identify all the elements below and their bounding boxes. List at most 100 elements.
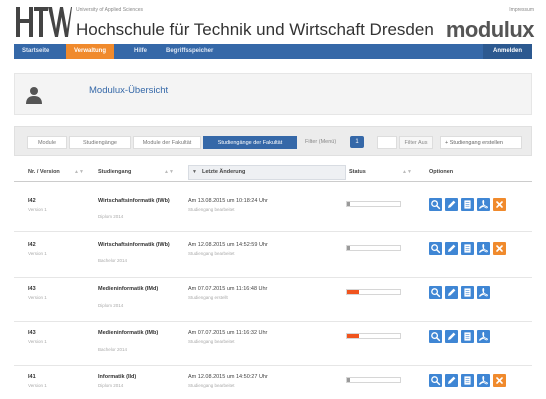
delete-icon (496, 201, 503, 208)
row-nr: I43 (28, 330, 36, 336)
status-progress-bar (346, 201, 401, 207)
status-progress-bar (346, 377, 401, 383)
row-nr: I42 (28, 198, 36, 204)
sort-icon[interactable]: ▲▼ (74, 163, 84, 182)
pdf-button[interactable] (477, 198, 490, 211)
htw-logo[interactable] (14, 5, 72, 39)
row-studiengang-sub: Bachelor 2014 (98, 258, 128, 263)
search-button[interactable] (429, 374, 442, 387)
document-button[interactable] (461, 286, 474, 299)
table-row: I42 Version 1 Wirtschaftsinformatik (IWb… (14, 232, 532, 278)
pdf-button[interactable] (477, 374, 490, 387)
search-button[interactable] (429, 198, 442, 211)
search-icon (431, 200, 441, 210)
status-progress-fill (347, 378, 351, 382)
table-row: I43 Version 1 Medieninformatik (IMb) Bac… (14, 322, 532, 366)
filter-input[interactable] (377, 136, 397, 149)
edit-button[interactable] (445, 330, 458, 343)
create-studiengang-button[interactable]: + Studiengang erstellen (440, 136, 522, 149)
modulux-logo[interactable]: modulux (446, 17, 535, 43)
row-studiengang-sub: Bachelor 2014 (98, 347, 128, 352)
row-date: Am 13.08.2015 um 10:18:24 Uhr (188, 198, 268, 204)
university-name: Hochschule für Technik und Wirtschaft Dr… (76, 20, 434, 39)
search-icon (431, 376, 441, 386)
document-icon (464, 244, 471, 253)
document-button[interactable] (461, 242, 474, 255)
table-row: I42 Version 1 Wirtschaftsinformatik (IWb… (14, 186, 532, 232)
pdf-button[interactable] (477, 286, 490, 299)
document-button[interactable] (461, 330, 474, 343)
sort-desc-icon[interactable]: ▼ (192, 163, 197, 182)
nav-item-startseite[interactable]: Startseite (14, 44, 57, 59)
sort-icon[interactable]: ▲▼ (164, 163, 174, 182)
tab-bar: Module Studiengänge Module der Fakultät … (14, 126, 532, 156)
pdf-button[interactable] (477, 330, 490, 343)
edit-icon (448, 376, 456, 384)
login-button[interactable]: Anmelden (482, 44, 532, 59)
main-navbar: Startseite Verwaltung Hilfe Begriffsspei… (14, 44, 532, 59)
row-date-sub: Studiengang bearbeitet (188, 251, 235, 256)
edit-icon (448, 244, 456, 252)
delete-icon (496, 245, 503, 252)
document-icon (464, 332, 471, 341)
row-studiengang-sub: Diplom 2014 (98, 214, 124, 219)
page-header: University of Applied Sciences Hochschul… (0, 0, 546, 44)
status-progress-bar (346, 245, 401, 251)
row-date-sub: Studiengang bearbeitet (188, 339, 235, 344)
status-progress-bar (346, 289, 401, 295)
row-date-sub: Studiengang erstellt (188, 295, 228, 300)
delete-button[interactable] (493, 198, 506, 211)
row-date: Am 07.07.2015 um 11:16:32 Uhr (188, 330, 268, 336)
search-button[interactable] (429, 242, 442, 255)
row-studiengang-name: Wirtschaftsinformatik (IWb) (98, 198, 170, 204)
row-studiengang-name: Medieninformatik (IMb) (98, 330, 159, 336)
column-header-studiengang[interactable]: Studiengang (98, 163, 131, 182)
tab-studiengaenge[interactable]: Studiengänge (69, 136, 131, 149)
search-button[interactable] (429, 286, 442, 299)
impressum-link[interactable]: Impressum (509, 7, 534, 13)
sort-icon[interactable]: ▲▼ (402, 163, 412, 182)
tab-studiengaenge-der-fakultaet[interactable]: Studiengänge der Fakultät (203, 136, 297, 149)
column-header-optionen: Optionen (429, 169, 454, 175)
pdf-icon (479, 331, 488, 341)
edit-button[interactable] (445, 198, 458, 211)
column-header-nr[interactable]: Nr. / Version (28, 163, 60, 182)
row-date: Am 12.08.2015 um 14:50:27 Uhr (188, 374, 268, 380)
row-version: Version 1 (28, 207, 47, 212)
overview-panel: Modulux-Übersicht (14, 73, 532, 115)
nav-item-begriffsspeicher[interactable]: Begriffsspeicher (158, 44, 221, 59)
row-studiengang-sub: Diplom 2014 (98, 383, 124, 388)
table-row: I43 Version 1 Medieninformatik (IMd) Dip… (14, 278, 532, 322)
delete-button[interactable] (493, 242, 506, 255)
document-button[interactable] (461, 374, 474, 387)
row-date: Am 12.08.2015 um 14:52:59 Uhr (188, 242, 268, 248)
nav-item-verwaltung[interactable]: Verwaltung (66, 44, 115, 59)
status-progress-fill (347, 202, 351, 206)
delete-button[interactable] (493, 374, 506, 387)
pdf-button[interactable] (477, 242, 490, 255)
row-nr: I41 (28, 374, 36, 380)
status-progress-bar (346, 333, 401, 339)
edit-button[interactable] (445, 286, 458, 299)
search-button[interactable] (429, 330, 442, 343)
edit-icon (448, 288, 456, 296)
pdf-icon (479, 243, 488, 253)
row-studiengang-name: Medieninformatik (IMd) (98, 286, 159, 292)
edit-button[interactable] (445, 242, 458, 255)
page-title: Modulux-Übersicht (89, 85, 169, 96)
edit-icon (448, 332, 456, 340)
column-header-letzte-aenderung[interactable]: Letzte Änderung (202, 163, 245, 182)
filter-count-badge[interactable]: 1 (350, 136, 364, 148)
row-nr: I43 (28, 286, 36, 292)
column-header-status[interactable]: Status (349, 163, 366, 182)
document-button[interactable] (461, 198, 474, 211)
nav-item-hilfe[interactable]: Hilfe (126, 44, 155, 59)
tab-module[interactable]: Module (27, 136, 67, 149)
row-date: Am 07.07.2015 um 11:16:48 Uhr (188, 286, 268, 292)
status-progress-fill (347, 290, 359, 294)
edit-button[interactable] (445, 374, 458, 387)
document-icon (464, 200, 471, 209)
tab-module-der-fakultaet[interactable]: Module der Fakultät (133, 136, 201, 149)
filter-off-button[interactable]: Filter Aus (399, 136, 433, 149)
university-tagline: University of Applied Sciences (76, 7, 143, 13)
